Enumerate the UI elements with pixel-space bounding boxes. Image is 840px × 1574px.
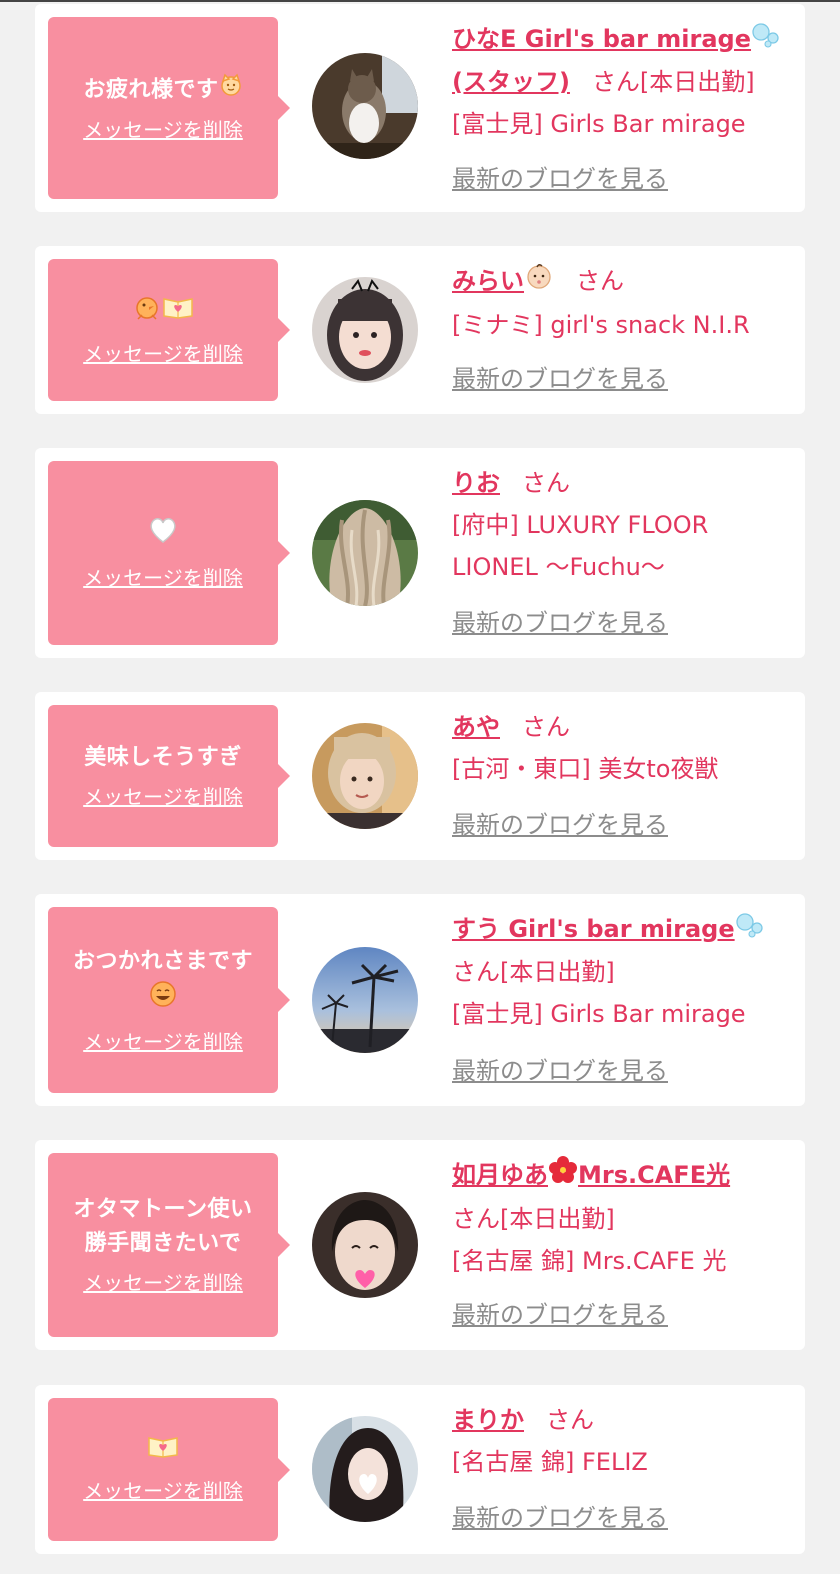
shop-label: [古河・東口] 美女to夜獣 bbox=[452, 755, 719, 783]
name-suffix: さん bbox=[546, 1406, 594, 1434]
cast-name-link[interactable]: りお bbox=[452, 469, 500, 497]
shop-label: [富士見] Girls Bar mirage bbox=[452, 110, 746, 138]
cast-name-link[interactable]: 如月ゆあ bbox=[452, 1161, 548, 1189]
message-card: お疲れ様です メッセージを削除 ひなE Girl's bar mirage (ス… bbox=[35, 4, 805, 212]
message-bubble: おつかれさまです メッセージを削除 bbox=[48, 907, 290, 1093]
delete-message-link[interactable]: メッセージを削除 bbox=[83, 1477, 243, 1505]
smiling-face-icon bbox=[148, 979, 178, 1020]
message-card: メッセージを削除 みらい さん [ミナミ] girl's snack N.I.R … bbox=[35, 246, 805, 414]
message-card: オタマトーン使い 勝手聞きたいで メッセージを削除 如月ゆあ Mrs.CAFE光 … bbox=[35, 1140, 805, 1350]
message-bubble: メッセージを削除 bbox=[48, 1398, 290, 1541]
message-text-line2: 勝手聞きたいで bbox=[84, 1231, 242, 1256]
avatar[interactable] bbox=[312, 500, 418, 606]
avatar[interactable] bbox=[312, 53, 418, 159]
delete-message-link[interactable]: メッセージを削除 bbox=[83, 340, 243, 368]
chick-icon bbox=[132, 293, 162, 332]
message-text: 美味しそうすぎ bbox=[84, 745, 242, 770]
message-bubble: お疲れ様です メッセージを削除 bbox=[48, 17, 290, 199]
avatar[interactable] bbox=[312, 1192, 418, 1298]
baby-icon bbox=[524, 261, 554, 304]
message-card: おつかれさまです メッセージを削除 すう Girl's bar mirage さ… bbox=[35, 894, 805, 1106]
bubbles-icon bbox=[751, 19, 781, 61]
shop-label: [ミナミ] girl's snack N.I.R bbox=[452, 310, 750, 339]
latest-blog-link[interactable]: 最新のブログを見る bbox=[452, 362, 668, 396]
delete-message-link[interactable]: メッセージを削除 bbox=[83, 1028, 243, 1056]
cast-name-link-tail[interactable]: Mrs.CAFE光 bbox=[578, 1161, 730, 1189]
cast-name-link[interactable]: ひなE Girl's bar mirage bbox=[452, 25, 751, 53]
white-heart-icon bbox=[147, 515, 179, 556]
cat-face-icon bbox=[219, 73, 243, 108]
latest-blog-link[interactable]: 最新のブログを見る bbox=[452, 606, 668, 640]
cast-name-link[interactable]: みらい bbox=[452, 267, 524, 295]
heart-book-icon bbox=[162, 295, 194, 330]
name-suffix: さん bbox=[522, 713, 570, 741]
message-bubble: メッセージを削除 bbox=[48, 461, 290, 645]
hibiscus-icon bbox=[548, 1155, 578, 1198]
shop-label: [富士見] Girls Bar mirage bbox=[452, 1000, 746, 1028]
cast-name-link[interactable]: まりか bbox=[452, 1406, 524, 1434]
delete-message-link[interactable]: メッセージを削除 bbox=[83, 564, 243, 592]
message-card: メッセージを削除 まりか さん [名古屋 錦] FELIZ 最新のブログを見る bbox=[35, 1385, 805, 1554]
top-divider bbox=[0, 0, 840, 2]
message-text: お疲れ様です bbox=[83, 77, 219, 102]
avatar[interactable] bbox=[312, 723, 418, 829]
message-bubble: メッセージを削除 bbox=[48, 259, 290, 401]
shop-label: [名古屋 錦] FELIZ bbox=[452, 1448, 648, 1476]
shop-label: [名古屋 錦] Mrs.CAFE 光 bbox=[452, 1246, 727, 1275]
avatar[interactable] bbox=[312, 947, 418, 1053]
message-text: おつかれさまです bbox=[72, 948, 253, 974]
message-card: メッセージを削除 りお さん [府中] LUXURY FLOOR LIONEL 〜… bbox=[35, 448, 805, 658]
message-bubble: 美味しそうすぎ メッセージを削除 bbox=[48, 705, 290, 847]
name-suffix: さん[本日出勤] bbox=[452, 958, 615, 986]
message-text-line1: オタマトーン使い bbox=[73, 1197, 253, 1222]
message-bubble: オタマトーン使い 勝手聞きたいで メッセージを削除 bbox=[48, 1153, 290, 1337]
name-suffix: さん[本日出勤] bbox=[591, 68, 755, 96]
latest-blog-link[interactable]: 最新のブログを見る bbox=[452, 1501, 668, 1535]
heart-book-icon bbox=[147, 1434, 179, 1469]
name-suffix: さん[本日出勤] bbox=[452, 1204, 615, 1233]
delete-message-link[interactable]: メッセージを削除 bbox=[83, 1269, 243, 1297]
avatar[interactable] bbox=[312, 277, 418, 383]
shop-label-line1: [府中] LUXURY FLOOR bbox=[452, 511, 709, 539]
cast-name-link-cont[interactable]: (スタッフ) bbox=[452, 68, 570, 96]
delete-message-link[interactable]: メッセージを削除 bbox=[83, 116, 243, 144]
cast-name-link[interactable]: あや bbox=[452, 713, 500, 741]
latest-blog-link[interactable]: 最新のブログを見る bbox=[452, 1298, 668, 1332]
delete-message-link[interactable]: メッセージを削除 bbox=[83, 783, 243, 811]
latest-blog-link[interactable]: 最新のブログを見る bbox=[452, 162, 668, 196]
avatar[interactable] bbox=[312, 1416, 418, 1522]
name-suffix: さん bbox=[576, 267, 624, 295]
name-suffix: さん bbox=[522, 469, 570, 497]
cast-name-link[interactable]: すう Girl's bar mirage bbox=[452, 915, 735, 943]
message-card: 美味しそうすぎ メッセージを削除 あや さん [古河・東口] 美女to夜獣 最新の… bbox=[35, 692, 805, 860]
shop-label-line2: LIONEL 〜Fuchu〜 bbox=[452, 553, 665, 581]
bubbles-icon bbox=[735, 909, 765, 951]
latest-blog-link[interactable]: 最新のブログを見る bbox=[452, 1054, 668, 1088]
latest-blog-link[interactable]: 最新のブログを見る bbox=[452, 808, 668, 842]
